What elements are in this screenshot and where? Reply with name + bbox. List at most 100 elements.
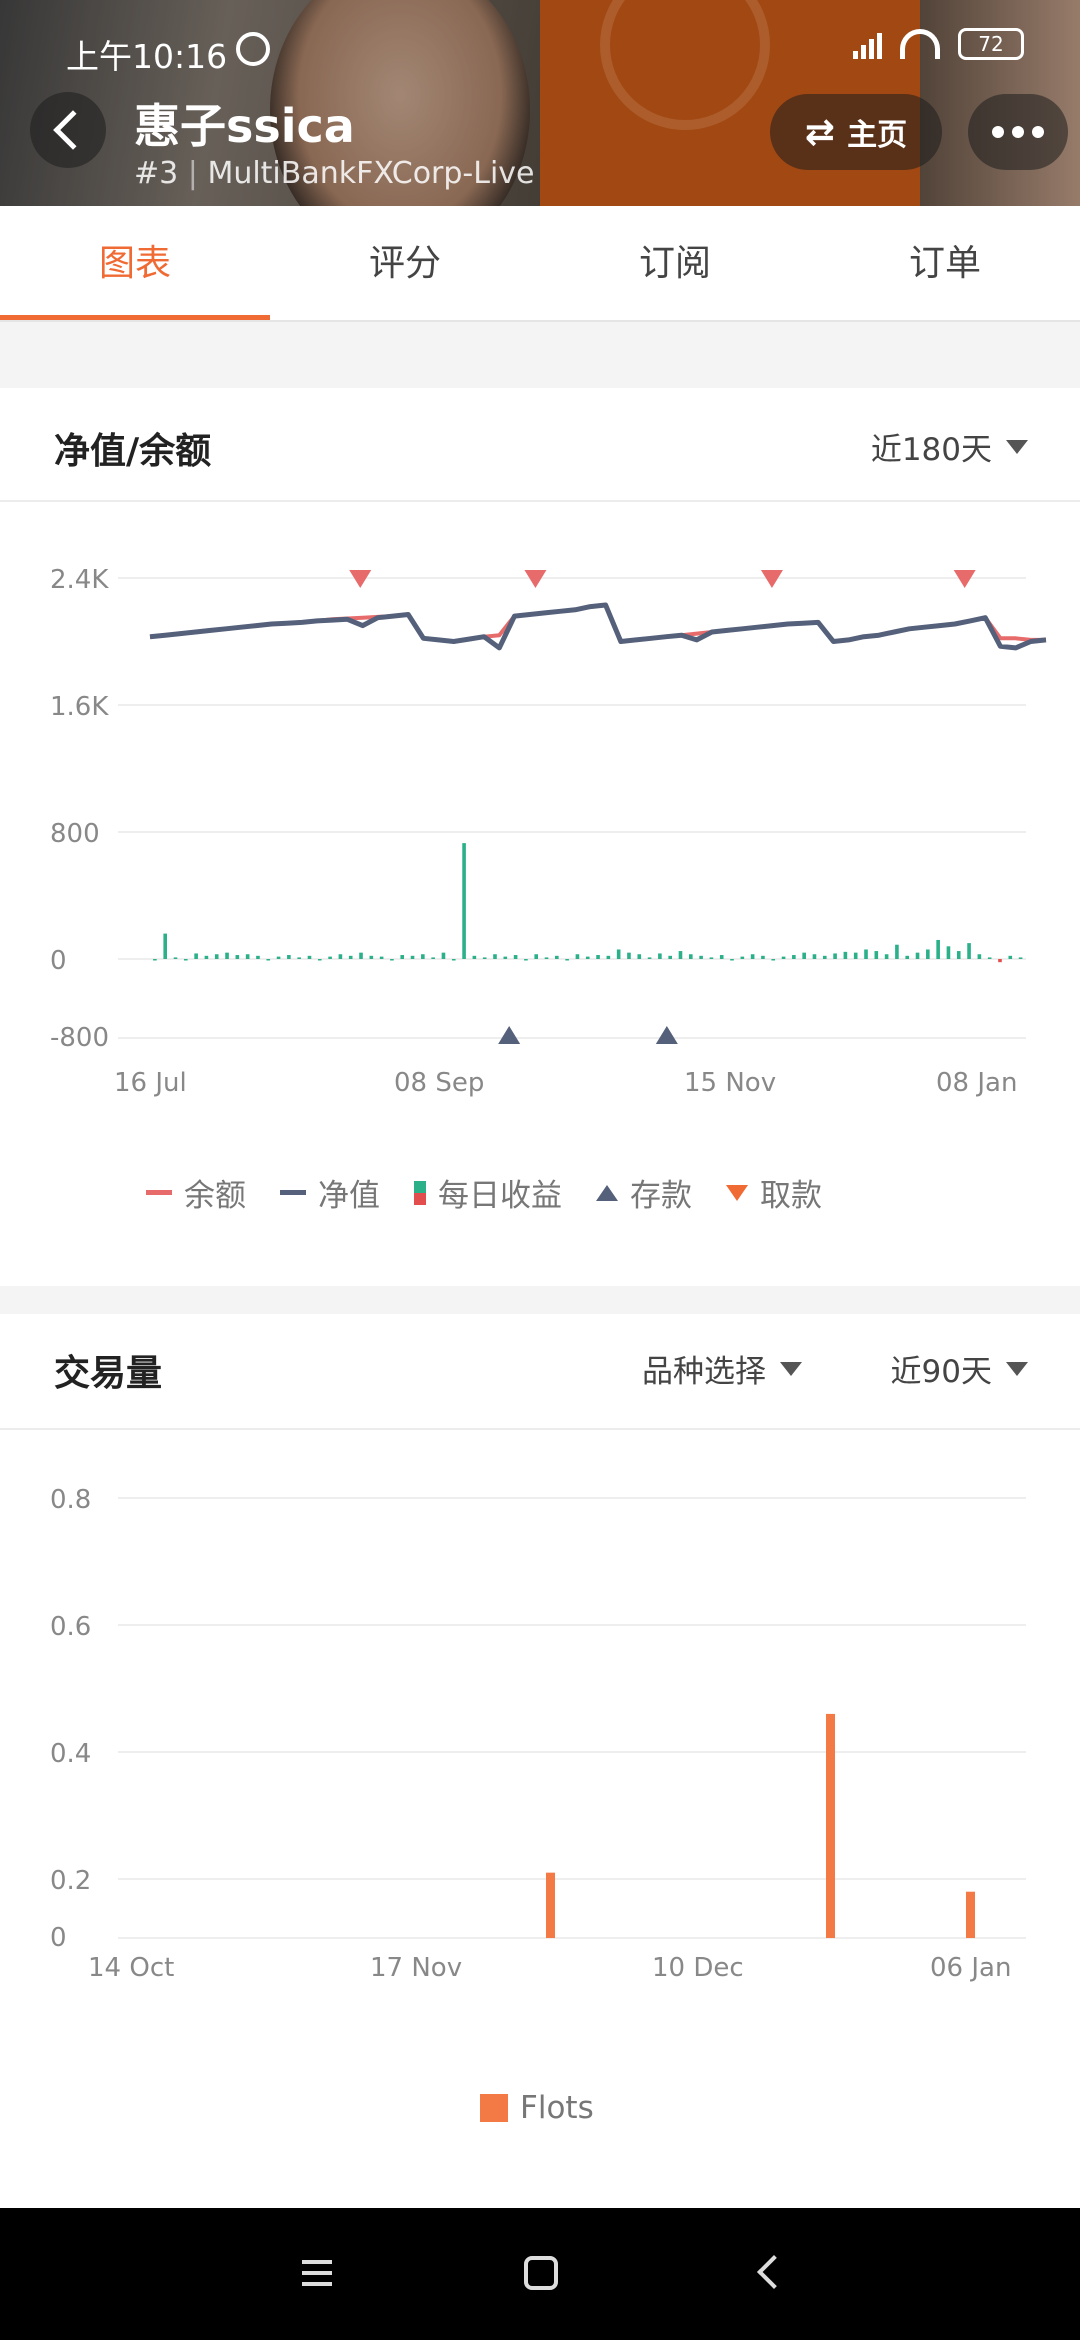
trading-volume-card: 交易量 品种选择 近90天 0.8 0.6 0.4 0.2 0 14 Oct 1… xyxy=(0,1314,1080,2210)
daily-profit-bar xyxy=(317,959,322,961)
x-tick-label: 15 Nov xyxy=(684,1068,776,1098)
daily-profit-bar xyxy=(524,959,528,961)
triangle-up-icon xyxy=(596,1184,618,1201)
more-dot-icon xyxy=(1012,126,1024,138)
symbol-select[interactable]: 品种选择 xyxy=(642,1346,802,1391)
daily-profit-bar xyxy=(369,955,374,959)
tab-orders[interactable]: 订单 xyxy=(810,206,1080,320)
home-icon[interactable] xyxy=(524,2256,558,2290)
y-tick-label: 0 xyxy=(50,1923,67,1953)
daily-profit-bar xyxy=(245,954,250,959)
daily-profit-bar xyxy=(792,955,796,959)
daily-profit-bar xyxy=(740,956,745,959)
tab-subscribe[interactable]: 订阅 xyxy=(540,206,810,320)
daily-profit-bar xyxy=(678,951,683,959)
daily-profit-bar xyxy=(802,952,806,959)
battery-level: 72 xyxy=(978,32,1004,56)
daily-profit-bar xyxy=(627,952,631,959)
trader-rank: #3 xyxy=(134,156,179,191)
daily-profit-bar xyxy=(946,946,951,959)
daily-profit-bar xyxy=(534,954,539,959)
daily-profit-bar xyxy=(194,953,198,959)
home-button-label: 主页 xyxy=(847,118,908,153)
daily-profit-bar xyxy=(513,955,518,959)
daily-profit-bar xyxy=(565,959,569,961)
status-icons: 72 xyxy=(853,28,1024,60)
legend-flots[interactable]: Flots xyxy=(480,2090,594,2126)
y-tick-label: 0 xyxy=(50,946,67,976)
equity-period-select[interactable]: 近180天 xyxy=(871,424,1028,469)
more-button[interactable] xyxy=(968,94,1068,170)
home-button[interactable]: ⇄ 主页 xyxy=(770,94,942,170)
daily-profit-bar xyxy=(730,959,734,961)
daily-profit-bar xyxy=(359,952,363,959)
daily-profit-bar xyxy=(173,957,178,959)
deposit-marker xyxy=(498,1026,521,1044)
legend-equity[interactable]: 净值 xyxy=(280,1170,380,1215)
daily-profit-bar xyxy=(864,949,868,959)
card-divider xyxy=(0,500,1080,502)
daily-profit-bar xyxy=(874,951,879,959)
legend-label: 余额 xyxy=(184,1178,246,1214)
daily-profit-bar xyxy=(225,952,229,959)
battery-icon: 72 xyxy=(958,28,1024,60)
tab-chart[interactable]: 图表 xyxy=(0,206,270,320)
daily-profit-bar xyxy=(575,954,580,959)
symbol-select-label: 品种选择 xyxy=(642,1354,766,1390)
daily-profit-bar xyxy=(719,955,724,959)
daily-profit-bar xyxy=(431,957,435,959)
daily-profit-bar xyxy=(503,956,508,959)
triangle-down-icon xyxy=(726,1184,748,1201)
legend-daily-profit[interactable]: 每日收益 xyxy=(414,1170,562,1215)
daily-profit-bar xyxy=(1018,957,1023,959)
menu-icon[interactable] xyxy=(302,2260,332,2286)
legend-deposit[interactable]: 存款 xyxy=(596,1170,692,1215)
volume-bar-base xyxy=(966,1904,975,1938)
volume-period-select[interactable]: 近90天 xyxy=(891,1346,1028,1391)
legend-balance[interactable]: 余额 xyxy=(146,1170,246,1215)
daily-profit-bar xyxy=(936,939,940,959)
daily-profit-bar xyxy=(307,955,312,959)
volume-card-title: 交易量 xyxy=(54,1353,163,1394)
legend-withdrawal[interactable]: 取款 xyxy=(726,1170,822,1215)
daily-profit-bar xyxy=(822,955,827,959)
dropdown-arrow-icon xyxy=(1006,439,1028,454)
nav-back-icon[interactable] xyxy=(757,2255,791,2289)
y-tick-label: 0.2 xyxy=(50,1866,91,1896)
x-tick-label: 08 Jan xyxy=(936,1068,1017,1098)
legend-label: 每日收益 xyxy=(438,1178,562,1214)
daily-profit-bar xyxy=(699,955,703,959)
daily-profit-bar xyxy=(482,957,487,959)
legend-label: 净值 xyxy=(318,1178,380,1214)
daily-profit-bar xyxy=(379,956,384,959)
daily-profit-bar xyxy=(616,949,621,959)
more-dot-icon xyxy=(1032,126,1044,138)
legend-label: 取款 xyxy=(760,1178,822,1214)
y-tick-label: 800 xyxy=(50,819,100,849)
trader-name: 惠子ssica xyxy=(134,99,355,153)
y-tick-label: -800 xyxy=(50,1023,109,1053)
daily-profit-bar xyxy=(441,952,446,959)
equity-balance-card: 净值/余额 近180天 2.4K 1.6K 800 0 -800 16 Jul … xyxy=(0,388,1080,1286)
daily-profit-bar xyxy=(915,952,920,959)
daily-profit-bar xyxy=(328,956,332,959)
equity-legend: 余额 净值 每日收益 存款 取款 xyxy=(146,1170,822,1215)
trader-broker: MultiBankFXCorp-Live xyxy=(207,156,535,191)
volume-bar-base xyxy=(546,1904,555,1938)
back-arrow-icon xyxy=(53,110,93,150)
x-tick-label: 17 Nov xyxy=(370,1953,462,1983)
daily-profit-bar xyxy=(555,955,559,959)
daily-profit-bar xyxy=(895,944,899,959)
tab-rating[interactable]: 评分 xyxy=(270,206,540,320)
daily-profit-bar xyxy=(967,943,971,959)
status-time: 上午10:16 xyxy=(66,37,228,76)
daily-profit-bar xyxy=(884,954,889,959)
card-divider xyxy=(0,1428,1080,1430)
back-button[interactable] xyxy=(30,92,106,168)
daily-profit-bar xyxy=(184,959,188,961)
status-bar: 上午10:16 72 xyxy=(66,24,1024,76)
dropdown-arrow-icon xyxy=(780,1361,802,1376)
x-tick-label: 06 Jan xyxy=(930,1953,1011,1983)
daily-profit-bar xyxy=(833,953,837,959)
daily-profit-bar xyxy=(750,954,755,959)
